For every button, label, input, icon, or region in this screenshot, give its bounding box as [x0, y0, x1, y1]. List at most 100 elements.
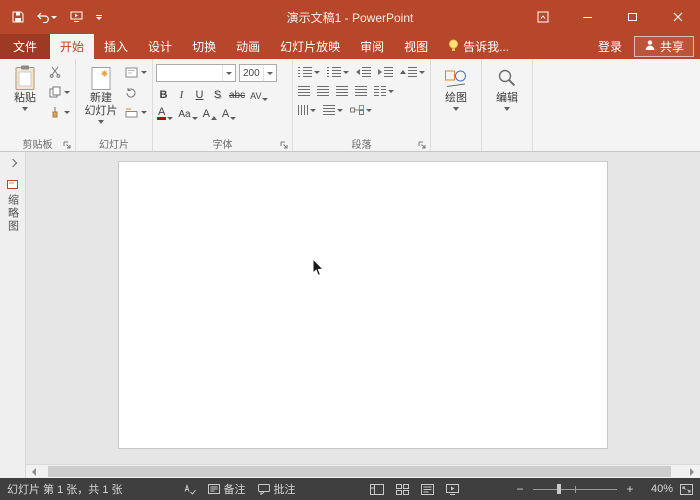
scroll-left-icon[interactable]: [26, 465, 42, 479]
scroll-right-icon[interactable]: [684, 465, 700, 479]
zoom-out-button[interactable]: −: [514, 482, 526, 496]
thumbnail-pane-collapsed: 缩略图: [0, 152, 26, 478]
paragraph-group: 段落: [293, 59, 431, 151]
zoom-slider[interactable]: [533, 482, 617, 496]
align-center-button[interactable]: [315, 83, 331, 99]
font-name-dropdown-icon[interactable]: [222, 65, 235, 81]
maximize-button[interactable]: [610, 0, 655, 34]
section-button[interactable]: [123, 104, 149, 120]
paragraph-dialog-launcher-icon[interactable]: [418, 141, 426, 149]
scissors-icon: [49, 66, 61, 78]
new-slide-dropdown-icon[interactable]: [98, 120, 104, 124]
tab-view[interactable]: 视图: [394, 34, 438, 59]
line-spacing-button[interactable]: [398, 64, 427, 80]
clipboard-group-label: 剪贴板: [3, 136, 72, 151]
smartart-icon: [350, 105, 364, 115]
spell-check-button[interactable]: [184, 481, 196, 497]
sign-in-button[interactable]: 登录: [588, 34, 632, 59]
start-slideshow-icon[interactable]: [70, 11, 83, 23]
font-color-button[interactable]: A: [156, 104, 174, 120]
normal-view-button[interactable]: [370, 484, 384, 495]
tab-transitions[interactable]: 切换: [182, 34, 226, 59]
change-case-button[interactable]: Aa: [177, 104, 198, 120]
comments-label: 批注: [274, 481, 296, 497]
paste-clipboard-icon: [14, 64, 36, 92]
align-text-button[interactable]: [321, 102, 345, 118]
strikethrough-button[interactable]: abc: [228, 85, 246, 101]
italic-button[interactable]: I: [174, 85, 189, 101]
close-button[interactable]: [655, 0, 700, 34]
undo-icon[interactable]: [37, 12, 57, 23]
ribbon-display-options-icon[interactable]: [520, 0, 565, 34]
tab-tell-me[interactable]: 告诉我...: [438, 34, 519, 59]
paste-dropdown-icon[interactable]: [22, 107, 28, 111]
bold-button[interactable]: B: [156, 85, 171, 101]
horizontal-scrollbar[interactable]: [26, 464, 700, 478]
reset-slide-button[interactable]: [123, 84, 149, 100]
numbering-button[interactable]: [325, 64, 351, 80]
font-name-combo[interactable]: [156, 64, 236, 82]
align-left-button[interactable]: [296, 83, 312, 99]
zoom-slider-thumb[interactable]: [557, 484, 561, 494]
copy-button[interactable]: [47, 84, 72, 100]
titlebar: 演示文稿1 - PowerPoint: [0, 0, 700, 34]
justify-button[interactable]: [353, 83, 369, 99]
minimize-button[interactable]: [565, 0, 610, 34]
fit-to-window-icon: [680, 484, 693, 495]
slide-sorter-view-button[interactable]: [396, 484, 409, 495]
character-spacing-button[interactable]: AV: [249, 85, 269, 101]
bullets-button[interactable]: [296, 64, 322, 80]
tab-file[interactable]: 文件: [0, 34, 50, 59]
clipboard-dialog-launcher-icon[interactable]: [63, 141, 71, 149]
slide-sorter-icon: [396, 484, 409, 495]
save-icon[interactable]: [12, 11, 24, 23]
drawing-button[interactable]: 绘图: [434, 61, 478, 136]
new-slide-button[interactable]: 新建 幻灯片: [79, 61, 123, 136]
slide-show-view-button[interactable]: [446, 484, 459, 495]
font-size-dropdown-icon[interactable]: [263, 65, 276, 81]
normal-view-icon: [370, 484, 384, 495]
slide-canvas[interactable]: [118, 161, 608, 449]
tab-animations[interactable]: 动画: [226, 34, 270, 59]
undo-dropdown-icon[interactable]: [51, 16, 57, 19]
convert-smartart-button[interactable]: [348, 102, 374, 118]
thumbnail-pane-label: 缩略图: [5, 194, 21, 233]
tab-design[interactable]: 设计: [138, 34, 182, 59]
font-size-combo[interactable]: 200: [239, 64, 277, 82]
columns-button[interactable]: [372, 83, 396, 99]
notes-button[interactable]: 备注: [208, 481, 246, 497]
scrollbar-thumb[interactable]: [48, 466, 671, 477]
slide-indicator[interactable]: 幻灯片 第 1 张，共 1 张: [7, 481, 123, 497]
editing-button[interactable]: 编辑: [485, 61, 529, 136]
tab-slide-show[interactable]: 幻灯片放映: [270, 34, 350, 59]
expand-thumbnails-icon[interactable]: [8, 159, 16, 167]
reset-icon: [125, 87, 137, 98]
share-button[interactable]: 共享: [634, 36, 694, 57]
cut-button[interactable]: [47, 64, 72, 80]
zoom-level[interactable]: 40%: [643, 483, 673, 495]
underline-button[interactable]: U: [192, 85, 207, 101]
zoom-in-button[interactable]: +: [624, 482, 636, 496]
align-right-button[interactable]: [334, 83, 350, 99]
tab-insert[interactable]: 插入: [94, 34, 138, 59]
format-painter-button[interactable]: [47, 104, 72, 120]
paste-button[interactable]: 粘贴: [3, 61, 47, 136]
font-dialog-launcher-icon[interactable]: [280, 141, 288, 149]
reading-view-button[interactable]: [421, 484, 434, 495]
decrease-indent-button[interactable]: [354, 64, 373, 80]
text-shadow-button[interactable]: S: [210, 85, 225, 101]
grow-font-button[interactable]: A: [202, 104, 218, 120]
shrink-font-button[interactable]: A: [221, 104, 237, 120]
tab-review[interactable]: 审阅: [350, 34, 394, 59]
editing-dropdown-icon[interactable]: [504, 107, 510, 111]
customize-qat-icon[interactable]: [96, 15, 102, 20]
text-direction-button[interactable]: [296, 102, 318, 118]
drawing-dropdown-icon[interactable]: [453, 107, 459, 111]
thumbnail-pane-tab[interactable]: 缩略图: [5, 180, 21, 233]
slide-layout-button[interactable]: [123, 64, 149, 80]
comments-button[interactable]: 批注: [258, 481, 296, 497]
quick-access-toolbar: [0, 11, 114, 23]
increase-indent-button[interactable]: [376, 64, 395, 80]
fit-to-window-button[interactable]: [680, 484, 693, 495]
tab-home[interactable]: 开始: [50, 34, 94, 59]
